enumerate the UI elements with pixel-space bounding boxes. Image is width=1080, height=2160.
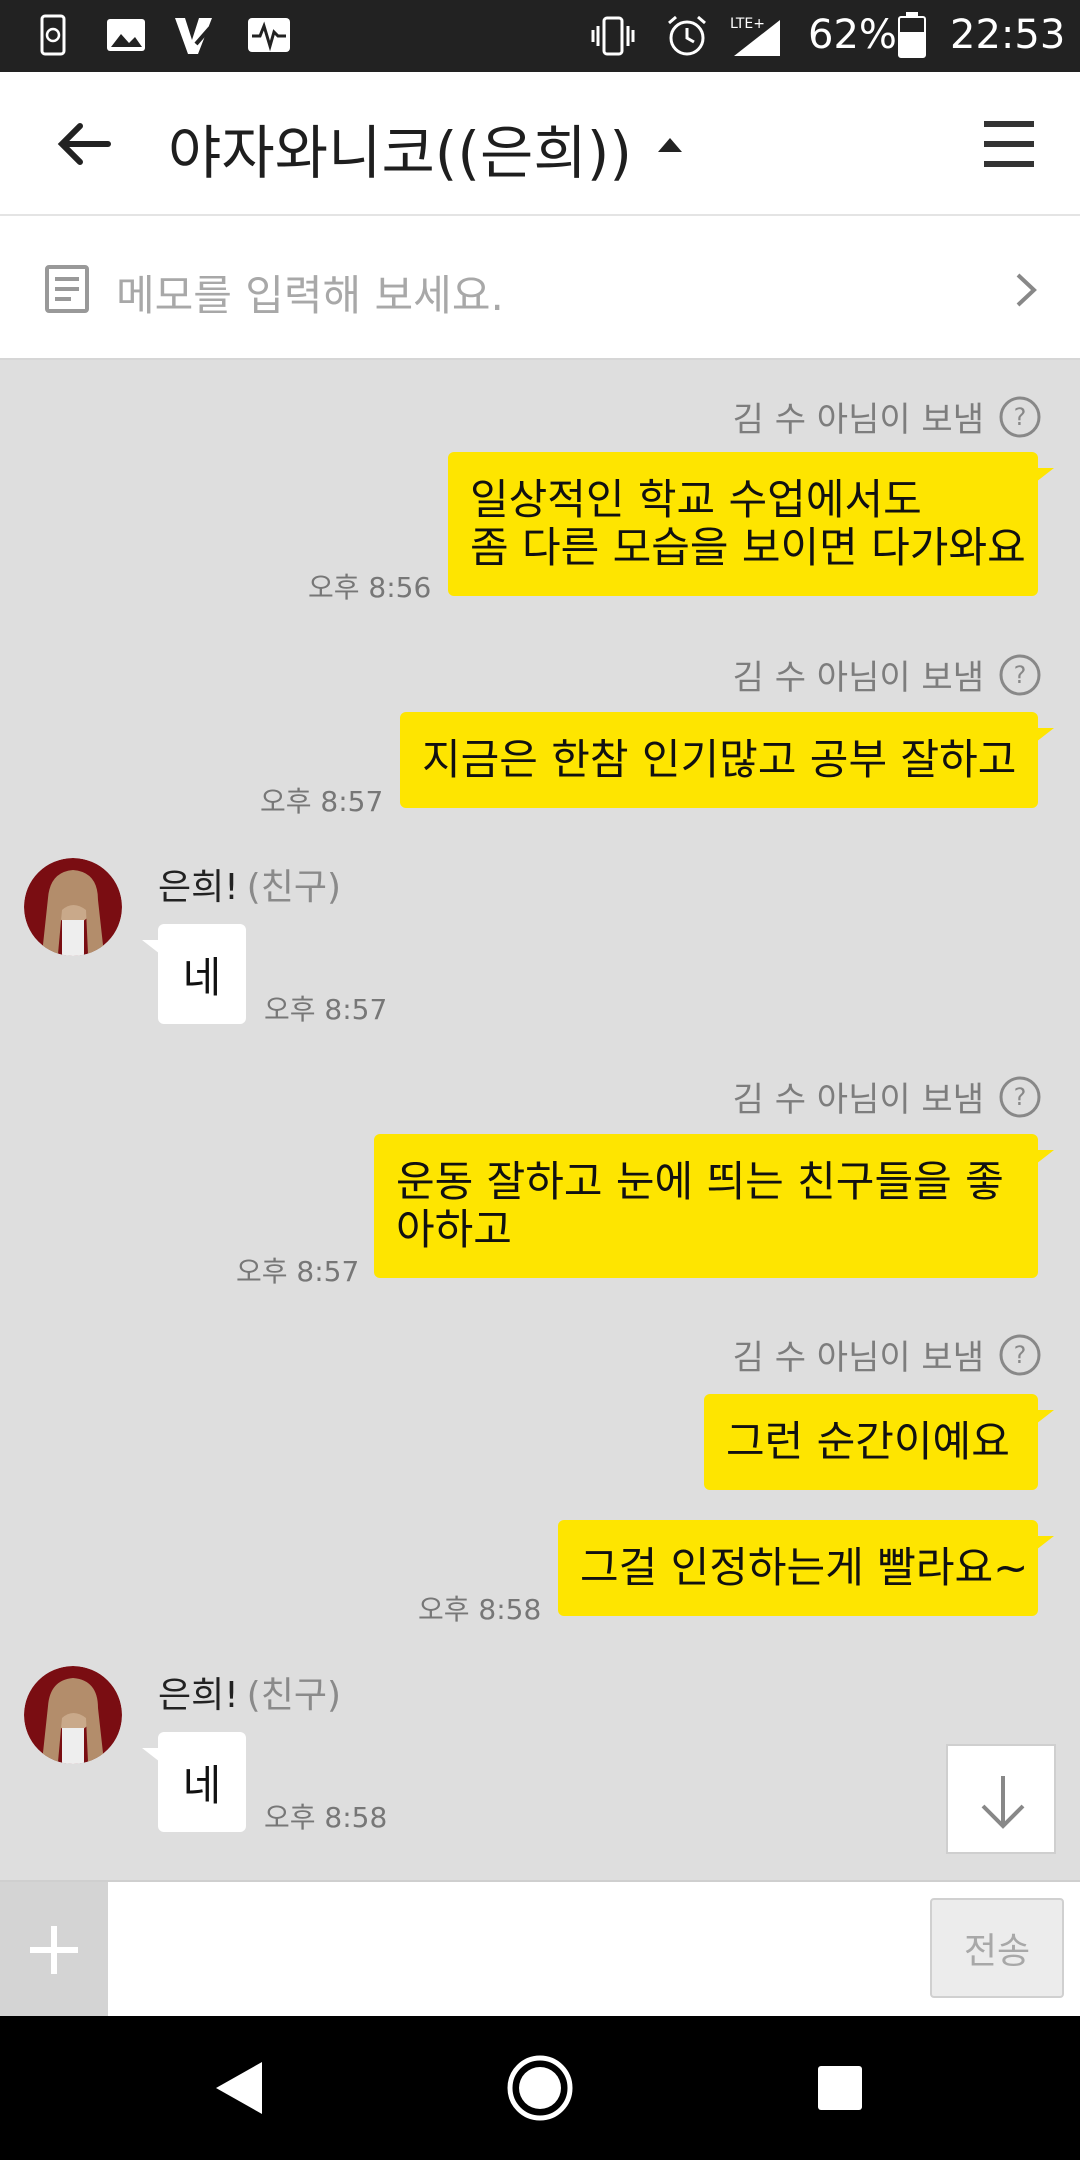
svg-text:?: ?: [1014, 661, 1027, 689]
gallery-icon: [107, 19, 145, 51]
message-input-bar: 전송: [0, 1880, 1080, 2018]
arrow-down-icon: [981, 1776, 1025, 1829]
message-time: 오후 8:58: [418, 1593, 542, 1626]
signal-icon: LTE+: [730, 16, 780, 56]
my-message-bubble[interactable]: 그런 순간이예요: [704, 1394, 1054, 1490]
sender-name: 은희! (친구): [158, 1675, 342, 1716]
plus-icon: [30, 1926, 78, 1974]
sender-name: 은희! (친구): [158, 867, 342, 908]
battery-icon: [898, 12, 926, 58]
status-bar: LTE+ 62% 22:53: [0, 0, 1080, 72]
back-arrow-icon[interactable]: [52, 112, 116, 176]
scroll-to-bottom-button[interactable]: [946, 1744, 1056, 1854]
friend-tag: (친구): [246, 867, 342, 908]
message-text: 그런 순간이예요: [726, 1417, 1010, 1466]
svg-text:LTE+: LTE+: [730, 16, 765, 32]
attach-plus-button[interactable]: [0, 1882, 108, 2018]
message-time: 오후 8:58: [264, 1801, 388, 1834]
sent-by-label: 김 수 아님이 보냄 ?: [733, 1072, 1042, 1121]
my-message-bubble[interactable]: 일상적인 학교 수업에서도 좀 다른 모습을 보이면 다가와요: [448, 452, 1054, 596]
message-text: 네: [182, 1760, 222, 1810]
message-input[interactable]: [110, 1882, 924, 2016]
help-question-icon[interactable]: ?: [998, 1333, 1042, 1377]
hamburger-menu-icon[interactable]: [982, 116, 1036, 172]
sent-by-label: 김 수 아님이 보냄 ?: [733, 1330, 1042, 1379]
my-message-bubble[interactable]: 그걸 인정하는게 빨라요~: [558, 1520, 1054, 1616]
friend-tag: (친구): [246, 1675, 342, 1716]
memo-bar[interactable]: 메모를 입력해 보세요.: [0, 216, 1080, 360]
vibrate-icon: [591, 16, 635, 56]
message-text: 좀 다른 모습을 보이면 다가와요: [470, 523, 1026, 572]
message-time: 오후 8:57: [236, 1255, 360, 1288]
svg-text:?: ?: [1014, 1341, 1027, 1369]
my-message-bubble[interactable]: 운동 잘하고 눈에 띄는 친구들을 좋 아하고: [374, 1134, 1054, 1278]
help-question-icon[interactable]: ?: [998, 653, 1042, 697]
message-time: 오후 8:56: [308, 571, 432, 604]
friend-message-bubble[interactable]: 네: [142, 924, 246, 1024]
friend-message-bubble[interactable]: 네: [142, 1732, 246, 1832]
memo-placeholder[interactable]: 메모를 입력해 보세요.: [116, 262, 504, 323]
message-time: 오후 8:57: [260, 785, 384, 818]
svg-text:?: ?: [1014, 403, 1027, 431]
alarm-icon: [668, 15, 706, 56]
activity-icon: [248, 18, 290, 52]
message-text: 네: [182, 952, 222, 1002]
message-time: 오후 8:57: [264, 993, 388, 1026]
message-text: 그걸 인정하는게 빨라요~: [580, 1543, 1029, 1592]
chat-message-list[interactable]: 김 수 아님이 보냄 ? 일상적인 학교 수업에서도 좀 다른 모습을 보이면 …: [0, 360, 1080, 1880]
message-text: 일상적인 학교 수업에서도: [470, 475, 922, 524]
chat-room-title[interactable]: 야자와니코((은희)): [168, 106, 632, 190]
friend-avatar[interactable]: [24, 858, 122, 956]
vpn-icon: [175, 18, 212, 54]
sent-by-label: 김 수 아님이 보냄 ?: [733, 650, 1042, 699]
help-question-icon[interactable]: ?: [998, 395, 1042, 439]
message-text: 아하고: [396, 1205, 512, 1254]
my-message-bubble[interactable]: 지금은 한참 인기많고 공부 잘하고: [400, 712, 1054, 808]
caret-up-icon[interactable]: [656, 134, 684, 154]
nav-recents-icon[interactable]: [800, 2048, 880, 2128]
chat-header: 야자와니코((은희)): [0, 72, 1080, 216]
nav-home-icon[interactable]: [500, 2048, 580, 2128]
battery-percent: 62%: [808, 12, 897, 58]
nav-back-icon[interactable]: [200, 2048, 280, 2128]
system-nav-bar: [0, 2016, 1080, 2160]
message-text: 지금은 한참 인기많고 공부 잘하고: [422, 735, 1017, 784]
phone-sync-icon: [40, 14, 66, 56]
chevron-right-icon[interactable]: [1014, 272, 1040, 308]
friend-avatar[interactable]: [24, 1666, 122, 1764]
help-question-icon[interactable]: ?: [998, 1075, 1042, 1119]
svg-text:?: ?: [1014, 1083, 1027, 1111]
message-text: 운동 잘하고 눈에 띄는 친구들을 좋: [396, 1157, 1004, 1206]
memo-note-icon: [45, 265, 89, 313]
send-button[interactable]: 전송: [930, 1898, 1064, 1998]
sent-by-label: 김 수 아님이 보냄 ?: [733, 392, 1042, 441]
clock: 22:53: [950, 12, 1066, 58]
